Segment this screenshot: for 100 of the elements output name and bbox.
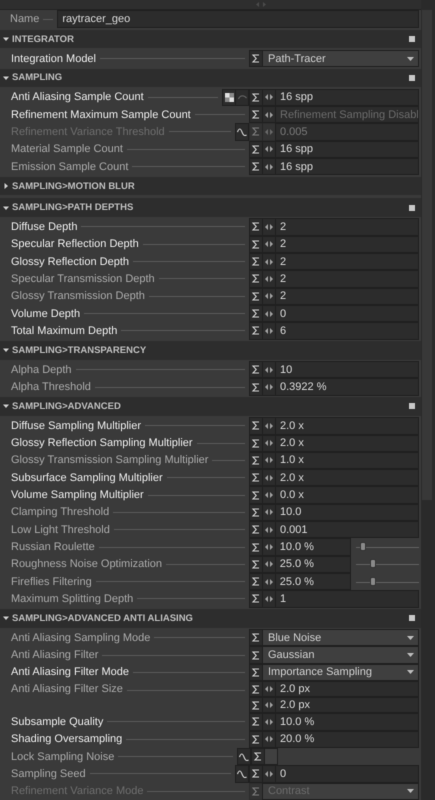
value-field[interactable]: 1.0 x [275,452,419,470]
value-field[interactable]: 16 spp [275,158,419,176]
spinner-button[interactable] [262,573,276,590]
sigma-button[interactable] [249,629,263,646]
sigma-button[interactable] [249,681,263,698]
sigma-button[interactable] [249,50,263,68]
spinner-button[interactable] [262,590,276,608]
spinner-button[interactable] [262,361,276,378]
value-field[interactable]: 2.0 x [275,469,419,486]
expand-triangle-icon[interactable] [3,183,9,190]
sigma-button[interactable] [249,361,263,378]
value-field[interactable]: 1 [275,590,419,608]
sigma-button[interactable] [249,322,263,340]
value-field[interactable]: 2 [275,236,419,253]
sigma-button[interactable] [249,486,263,504]
section-header[interactable]: SAMPLING>MOTION BLUR [0,176,421,196]
value-field[interactable]: 10.0 % [275,713,419,731]
value-field[interactable]: 20.0 % [275,730,419,748]
dropdown[interactable]: Path-Tracer [262,50,419,68]
animate-button[interactable] [237,748,251,766]
value-field[interactable]: 25.0 % [274,556,351,573]
value-field[interactable]: 10 [275,361,419,378]
section-header[interactable]: SAMPLING>PATH DEPTHS [0,198,421,217]
value-field[interactable]: 2 [275,270,419,288]
dropdown[interactable]: Blue Noise [262,629,419,646]
spinner-button[interactable] [262,218,276,236]
section-header[interactable]: INTEGRATOR [0,30,421,48]
animate-button[interactable] [235,765,249,783]
property-label: Diffuse Sampling Multiplier [11,420,142,432]
spinner-button[interactable] [262,765,276,783]
checkbox[interactable] [264,748,278,766]
spinner-button[interactable] [262,140,276,158]
spinner-button[interactable] [262,486,276,504]
value-field[interactable]: 2 [275,252,419,270]
texture-button[interactable] [222,88,236,106]
scrollbar-thumb[interactable] [422,10,432,500]
value-field[interactable]: 6 [275,322,419,340]
spinner-button[interactable] [262,681,276,698]
value-field[interactable]: 10.0 [275,504,419,522]
spinner-button[interactable] [262,697,276,714]
value-field[interactable]: 2.0 x [275,417,419,434]
value-field[interactable]: 2.0 px [275,697,419,714]
spinner-button[interactable] [262,106,276,124]
section-header[interactable]: SAMPLING [0,68,421,88]
value-field[interactable]: 0.3922 % [275,378,419,396]
sigma-button[interactable] [249,469,263,486]
value-field[interactable]: 25.0 % [274,573,351,590]
sigma-button[interactable] [249,417,263,434]
section-header[interactable]: SAMPLING>TRANSPARENCY [0,341,421,360]
expand-triangle-icon[interactable] [3,615,9,622]
section-header[interactable]: SAMPLING>ADVANCED ANTI ALIASING [0,609,421,628]
sigma-button[interactable] [249,538,263,556]
expand-triangle-icon[interactable] [3,36,9,42]
sigma-button[interactable] [249,713,263,731]
spinner-button[interactable] [262,322,276,340]
spinner-button[interactable] [262,521,276,538]
sigma-button[interactable] [249,218,263,236]
spinner-button[interactable] [262,88,276,106]
sigma-button[interactable] [249,140,263,158]
section-header[interactable]: SAMPLING>ADVANCED [0,397,421,416]
value-field[interactable]: 0 [275,304,419,322]
spinner-button[interactable] [262,378,276,396]
value-field[interactable]: 2 [275,218,419,236]
splitter-grip-icon[interactable] [256,2,266,7]
dropdown[interactable]: Importance Sampling [262,664,419,682]
spinner-button[interactable] [262,538,276,556]
sigma-button[interactable] [249,378,263,396]
value-field[interactable]: 0 [275,765,419,783]
slider-thumb[interactable] [360,542,366,552]
slider-thumb[interactable] [370,576,376,586]
spinner-button[interactable] [262,713,276,731]
sigma-button[interactable] [249,765,263,783]
sigma-button[interactable] [249,88,263,106]
spinner-button[interactable] [262,469,276,486]
value-field[interactable]: 0.0 x [275,486,419,504]
sigma-button[interactable] [249,270,263,288]
value-field[interactable]: 10.0 % [274,538,351,556]
name-field[interactable]: raytracer_geo [57,10,419,28]
spinner-button[interactable] [262,270,276,288]
value-field[interactable]: 2.0 x [275,434,419,452]
expand-triangle-icon[interactable] [3,204,9,211]
sigma-button[interactable] [249,106,263,124]
sigma-button[interactable] [249,590,263,608]
expand-triangle-icon[interactable] [3,403,9,410]
sigma-button[interactable] [249,646,263,664]
value-field[interactable]: Refinement Sampling Disabl [275,106,419,124]
value-field[interactable]: 16 spp [275,140,419,158]
value-field[interactable]: 2.0 px [275,681,419,698]
value-field[interactable]: 0.001 [275,521,419,538]
sigma-button[interactable] [249,573,263,590]
expand-triangle-icon[interactable] [3,347,9,354]
spinner-arrows-icon [265,164,273,170]
dropdown[interactable]: Gaussian [262,646,419,664]
sigma-button[interactable] [249,521,263,538]
sigma-button[interactable] [249,697,263,714]
value-field[interactable]: 2 [275,288,419,305]
slider-thumb[interactable] [370,559,376,568]
expand-triangle-icon[interactable] [3,74,9,81]
spinner-button[interactable] [262,417,276,434]
value-field[interactable]: 16 spp [275,88,419,106]
